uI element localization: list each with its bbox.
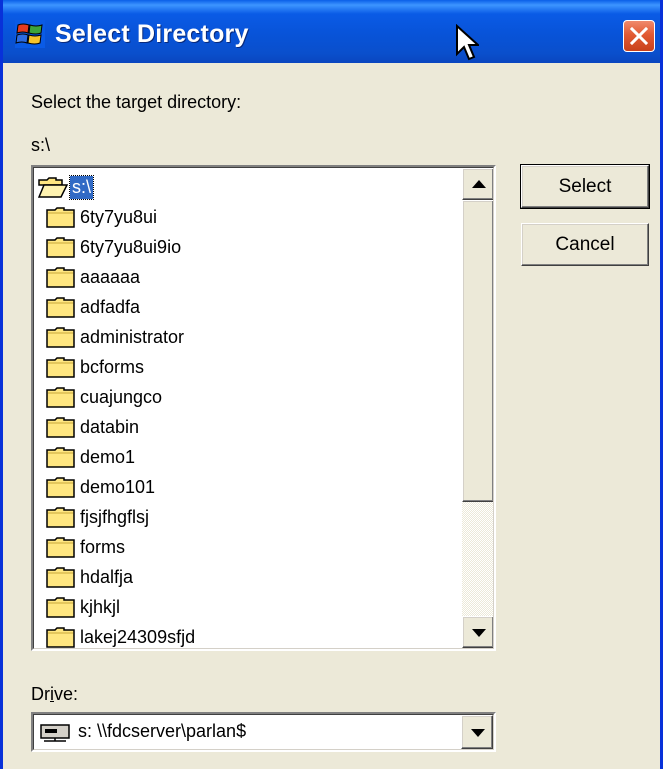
arrow-down-icon (472, 629, 486, 637)
directory-item[interactable]: forms (46, 532, 127, 562)
prompt-label: Select the target directory: (31, 92, 242, 112)
directory-item-label: bcforms (80, 356, 145, 377)
folder-icon (46, 597, 75, 618)
folder-icon (46, 417, 75, 438)
directory-item-label: lakej24309sfjd (80, 626, 196, 647)
directory-item-label: kjhkjl (80, 596, 121, 617)
select-button[interactable]: Select (520, 164, 650, 209)
folder-icon (46, 537, 75, 558)
network-drive-icon (40, 724, 70, 742)
directory-item[interactable]: administrator (46, 322, 186, 352)
directory-item[interactable]: aaaaaa (46, 262, 142, 292)
directory-listbox[interactable]: s:\ 6ty7yu8ui 6ty7yu8ui9io aaaaaa adfadfa adm… (31, 165, 496, 651)
directory-item-label: hdalfja (80, 566, 134, 587)
folder-icon (46, 507, 75, 528)
directory-item-label: forms (80, 536, 125, 557)
directory-item-label: 6ty7yu8ui (80, 206, 158, 227)
folder-icon (46, 627, 75, 648)
directory-item[interactable]: demo101 (46, 472, 157, 502)
mouse-pointer-icon (456, 24, 479, 61)
drive-select[interactable]: s: \\fdcserver\parlan$ (31, 712, 496, 752)
directory-item-label: administrator (80, 326, 185, 347)
title-bar[interactable]: Select Directory (3, 0, 660, 63)
directory-item-root[interactable]: s:\ (38, 172, 95, 202)
directory-item[interactable]: demo1 (46, 442, 137, 472)
arrow-up-icon (472, 180, 486, 188)
drive-label: Drive: (31, 684, 79, 704)
vertical-scrollbar[interactable] (462, 168, 493, 648)
folder-icon (46, 207, 75, 228)
folder-icon (46, 477, 75, 498)
directory-item[interactable]: bcforms (46, 352, 146, 382)
folder-icon (46, 237, 75, 258)
close-button[interactable] (623, 20, 655, 52)
directory-item[interactable]: lakej24309sfjd (46, 622, 197, 648)
directory-item-label: fjsjfhgflsj (80, 506, 150, 527)
current-path-label: s:\ (31, 135, 51, 155)
directory-item[interactable]: fjsjfhgflsj (46, 502, 151, 532)
scroll-thumb[interactable] (462, 200, 493, 502)
chevron-down-icon (471, 729, 485, 737)
scroll-up-button[interactable] (462, 168, 493, 200)
directory-item-label: adfadfa (80, 296, 141, 317)
folder-icon (46, 267, 75, 288)
open-folder-icon (38, 177, 68, 198)
windows-flag-icon (15, 20, 45, 48)
directory-item-label: demo101 (80, 476, 156, 497)
directory-item[interactable]: databin (46, 412, 141, 442)
directory-item-label: cuajungco (80, 386, 163, 407)
folder-icon (46, 327, 75, 348)
directory-item[interactable]: cuajungco (46, 382, 164, 412)
cancel-button[interactable]: Cancel (521, 223, 649, 266)
directory-item-label: demo1 (80, 446, 136, 467)
directory-item[interactable]: adfadfa (46, 292, 142, 322)
directory-item[interactable]: kjhkjl (46, 592, 122, 622)
close-icon (630, 27, 648, 45)
scroll-down-button[interactable] (462, 616, 493, 648)
directory-item-label: s:\ (68, 174, 95, 200)
select-directory-dialog: Select Directory Select the target direc… (0, 0, 663, 769)
directory-item[interactable]: 6ty7yu8ui (46, 202, 159, 232)
window-title: Select Directory (55, 20, 249, 48)
folder-icon (46, 567, 75, 588)
folder-icon (46, 297, 75, 318)
drive-value: s: \\fdcserver\parlan$ (78, 721, 247, 741)
folder-icon (46, 447, 75, 468)
directory-item-label: databin (80, 416, 140, 437)
drive-dropdown-button[interactable] (461, 715, 493, 749)
directory-item[interactable]: hdalfja (46, 562, 135, 592)
directory-item-label: aaaaaa (80, 266, 141, 287)
directory-item[interactable]: 6ty7yu8ui9io (46, 232, 183, 262)
directory-item-label: 6ty7yu8ui9io (80, 236, 182, 257)
folder-icon (46, 387, 75, 408)
folder-icon (46, 357, 75, 378)
